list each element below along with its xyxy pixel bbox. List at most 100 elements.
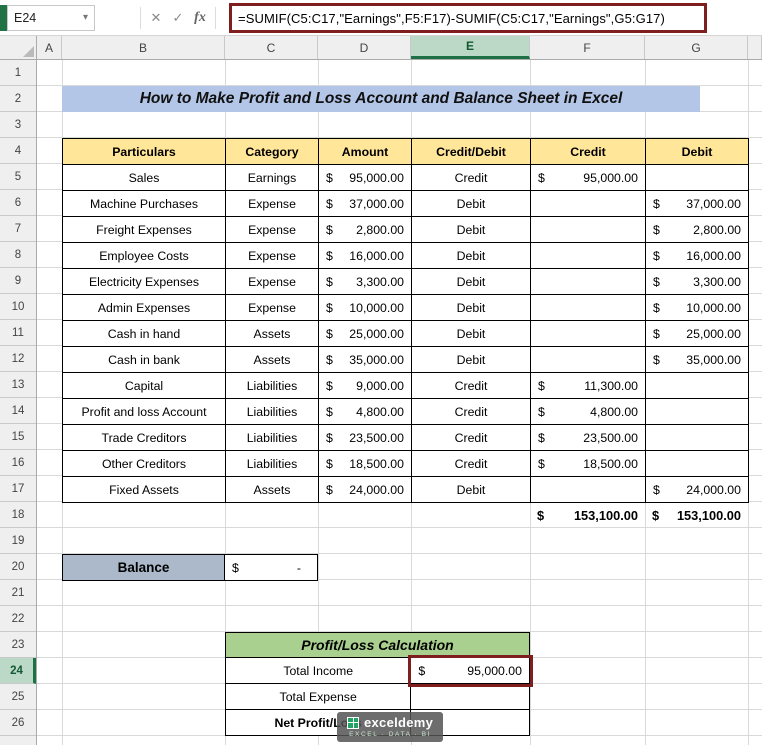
cell-credit-debit[interactable]: Debit <box>412 191 531 217</box>
total-credit-cell[interactable]: $153,100.00 <box>530 502 645 528</box>
cell-amount[interactable]: $3,300.00 <box>319 269 412 295</box>
cell-amount[interactable]: $35,000.00 <box>319 347 412 373</box>
balance-value-cell[interactable]: $- <box>225 554 318 581</box>
cell-particulars[interactable]: Fixed Assets <box>63 477 226 503</box>
cell-debit[interactable]: $2,800.00 <box>646 217 749 243</box>
cell-debit[interactable]: $10,000.00 <box>646 295 749 321</box>
cell-credit-debit[interactable]: Debit <box>412 295 531 321</box>
pl-total-income-label[interactable]: Total Income <box>226 658 411 683</box>
cell-credit-debit[interactable]: Debit <box>412 321 531 347</box>
cell-amount[interactable]: $2,800.00 <box>319 217 412 243</box>
balance-label-cell[interactable]: Balance <box>62 554 225 581</box>
row-header-22[interactable]: 22 <box>0 606 36 632</box>
cell-amount[interactable]: $95,000.00 <box>319 165 412 191</box>
cell-particulars[interactable]: Cash in bank <box>63 347 226 373</box>
column-header-b[interactable]: B <box>62 36 225 59</box>
cell-particulars[interactable]: Sales <box>63 165 226 191</box>
cell-credit[interactable] <box>531 217 646 243</box>
cell-particulars[interactable]: Profit and loss Account <box>63 399 226 425</box>
cell-credit-debit[interactable]: Debit <box>412 217 531 243</box>
cell-particulars[interactable]: Freight Expenses <box>63 217 226 243</box>
cell-credit-debit[interactable]: Debit <box>412 477 531 503</box>
cell-credit[interactable] <box>531 477 646 503</box>
cell-credit[interactable] <box>531 269 646 295</box>
name-box[interactable]: E24 ▾ <box>7 5 95 31</box>
cell-amount[interactable]: $24,000.00 <box>319 477 412 503</box>
row-header-25[interactable]: 25 <box>0 684 36 710</box>
cell-credit[interactable]: $18,500.00 <box>531 451 646 477</box>
cell-credit-debit[interactable]: Debit <box>412 269 531 295</box>
cell-credit-debit[interactable]: Credit <box>412 373 531 399</box>
cell-credit[interactable]: $4,800.00 <box>531 399 646 425</box>
header-particulars[interactable]: Particulars <box>63 139 226 165</box>
cell-credit[interactable] <box>531 191 646 217</box>
cell-credit-debit[interactable]: Credit <box>412 425 531 451</box>
pl-total-expense-label[interactable]: Total Expense <box>226 684 411 709</box>
cell-category[interactable]: Assets <box>226 321 319 347</box>
column-header-a[interactable]: A <box>37 36 62 59</box>
cell-debit[interactable] <box>646 373 749 399</box>
total-debit-cell[interactable]: $153,100.00 <box>645 502 748 528</box>
insert-function-icon[interactable]: fx <box>189 5 211 31</box>
cell-debit[interactable]: $25,000.00 <box>646 321 749 347</box>
cell-credit[interactable]: $23,500.00 <box>531 425 646 451</box>
sheet-grid[interactable]: How to Make Profit and Loss Account and … <box>37 60 762 745</box>
header-amount[interactable]: Amount <box>319 139 412 165</box>
row-header-13[interactable]: 13 <box>0 372 36 398</box>
cell-credit[interactable]: $95,000.00 <box>531 165 646 191</box>
cell-particulars[interactable]: Machine Purchases <box>63 191 226 217</box>
row-header-3[interactable]: 3 <box>0 112 36 138</box>
row-header-26[interactable]: 26 <box>0 710 36 736</box>
cell-debit[interactable] <box>646 399 749 425</box>
header-category[interactable]: Category <box>226 139 319 165</box>
cell-credit[interactable] <box>531 321 646 347</box>
cell-amount[interactable]: $16,000.00 <box>319 243 412 269</box>
cell-amount[interactable]: $18,500.00 <box>319 451 412 477</box>
header-debit[interactable]: Debit <box>646 139 749 165</box>
header-credit[interactable]: Credit <box>531 139 646 165</box>
cell-debit[interactable] <box>646 425 749 451</box>
cell-category[interactable]: Liabilities <box>226 451 319 477</box>
row-header-11[interactable]: 11 <box>0 320 36 346</box>
cell-debit[interactable]: $35,000.00 <box>646 347 749 373</box>
row-header-1[interactable]: 1 <box>0 60 36 86</box>
cell-category[interactable]: Liabilities <box>226 373 319 399</box>
row-header-12[interactable]: 12 <box>0 346 36 372</box>
row-header-2[interactable]: 2 <box>0 86 36 112</box>
row-header-21[interactable]: 21 <box>0 580 36 606</box>
cell-amount[interactable]: $25,000.00 <box>319 321 412 347</box>
cell-amount[interactable]: $9,000.00 <box>319 373 412 399</box>
cell-particulars[interactable]: Employee Costs <box>63 243 226 269</box>
cell-debit[interactable] <box>646 165 749 191</box>
chevron-down-icon[interactable]: ▾ <box>83 13 88 23</box>
column-header-c[interactable]: C <box>225 36 318 59</box>
row-header-4[interactable]: 4 <box>0 138 36 164</box>
cell-debit[interactable]: $3,300.00 <box>646 269 749 295</box>
row-header-15[interactable]: 15 <box>0 424 36 450</box>
pl-total-expense-value[interactable] <box>411 684 529 709</box>
row-header-7[interactable]: 7 <box>0 216 36 242</box>
cancel-icon[interactable]: ✕ <box>145 5 167 31</box>
row-header-5[interactable]: 5 <box>0 164 36 190</box>
row-header-14[interactable]: 14 <box>0 398 36 424</box>
header-credit-debit[interactable]: Credit/Debit <box>412 139 531 165</box>
cell-debit[interactable]: $16,000.00 <box>646 243 749 269</box>
cell-category[interactable]: Expense <box>226 191 319 217</box>
cell-debit[interactable]: $37,000.00 <box>646 191 749 217</box>
row-header-18[interactable]: 18 <box>0 502 36 528</box>
cell-category[interactable]: Assets <box>226 477 319 503</box>
title-banner[interactable]: How to Make Profit and Loss Account and … <box>62 86 700 112</box>
cell-category[interactable]: Expense <box>226 269 319 295</box>
column-header-f[interactable]: F <box>530 36 645 59</box>
cell-credit[interactable]: $11,300.00 <box>531 373 646 399</box>
formula-bar-input[interactable]: =SUMIF(C5:C17,"Earnings",F5:F17)-SUMIF(C… <box>218 0 762 35</box>
cell-credit-debit[interactable]: Debit <box>412 347 531 373</box>
cell-category[interactable]: Liabilities <box>226 399 319 425</box>
cell-category[interactable]: Expense <box>226 295 319 321</box>
cell-category[interactable]: Expense <box>226 217 319 243</box>
pl-total-income-value-active-cell[interactable]: $95,000.00 <box>411 658 529 683</box>
cell-category[interactable]: Expense <box>226 243 319 269</box>
cell-credit-debit[interactable]: Debit <box>412 243 531 269</box>
row-header-20[interactable]: 20 <box>0 554 36 580</box>
cell-credit-debit[interactable]: Credit <box>412 451 531 477</box>
